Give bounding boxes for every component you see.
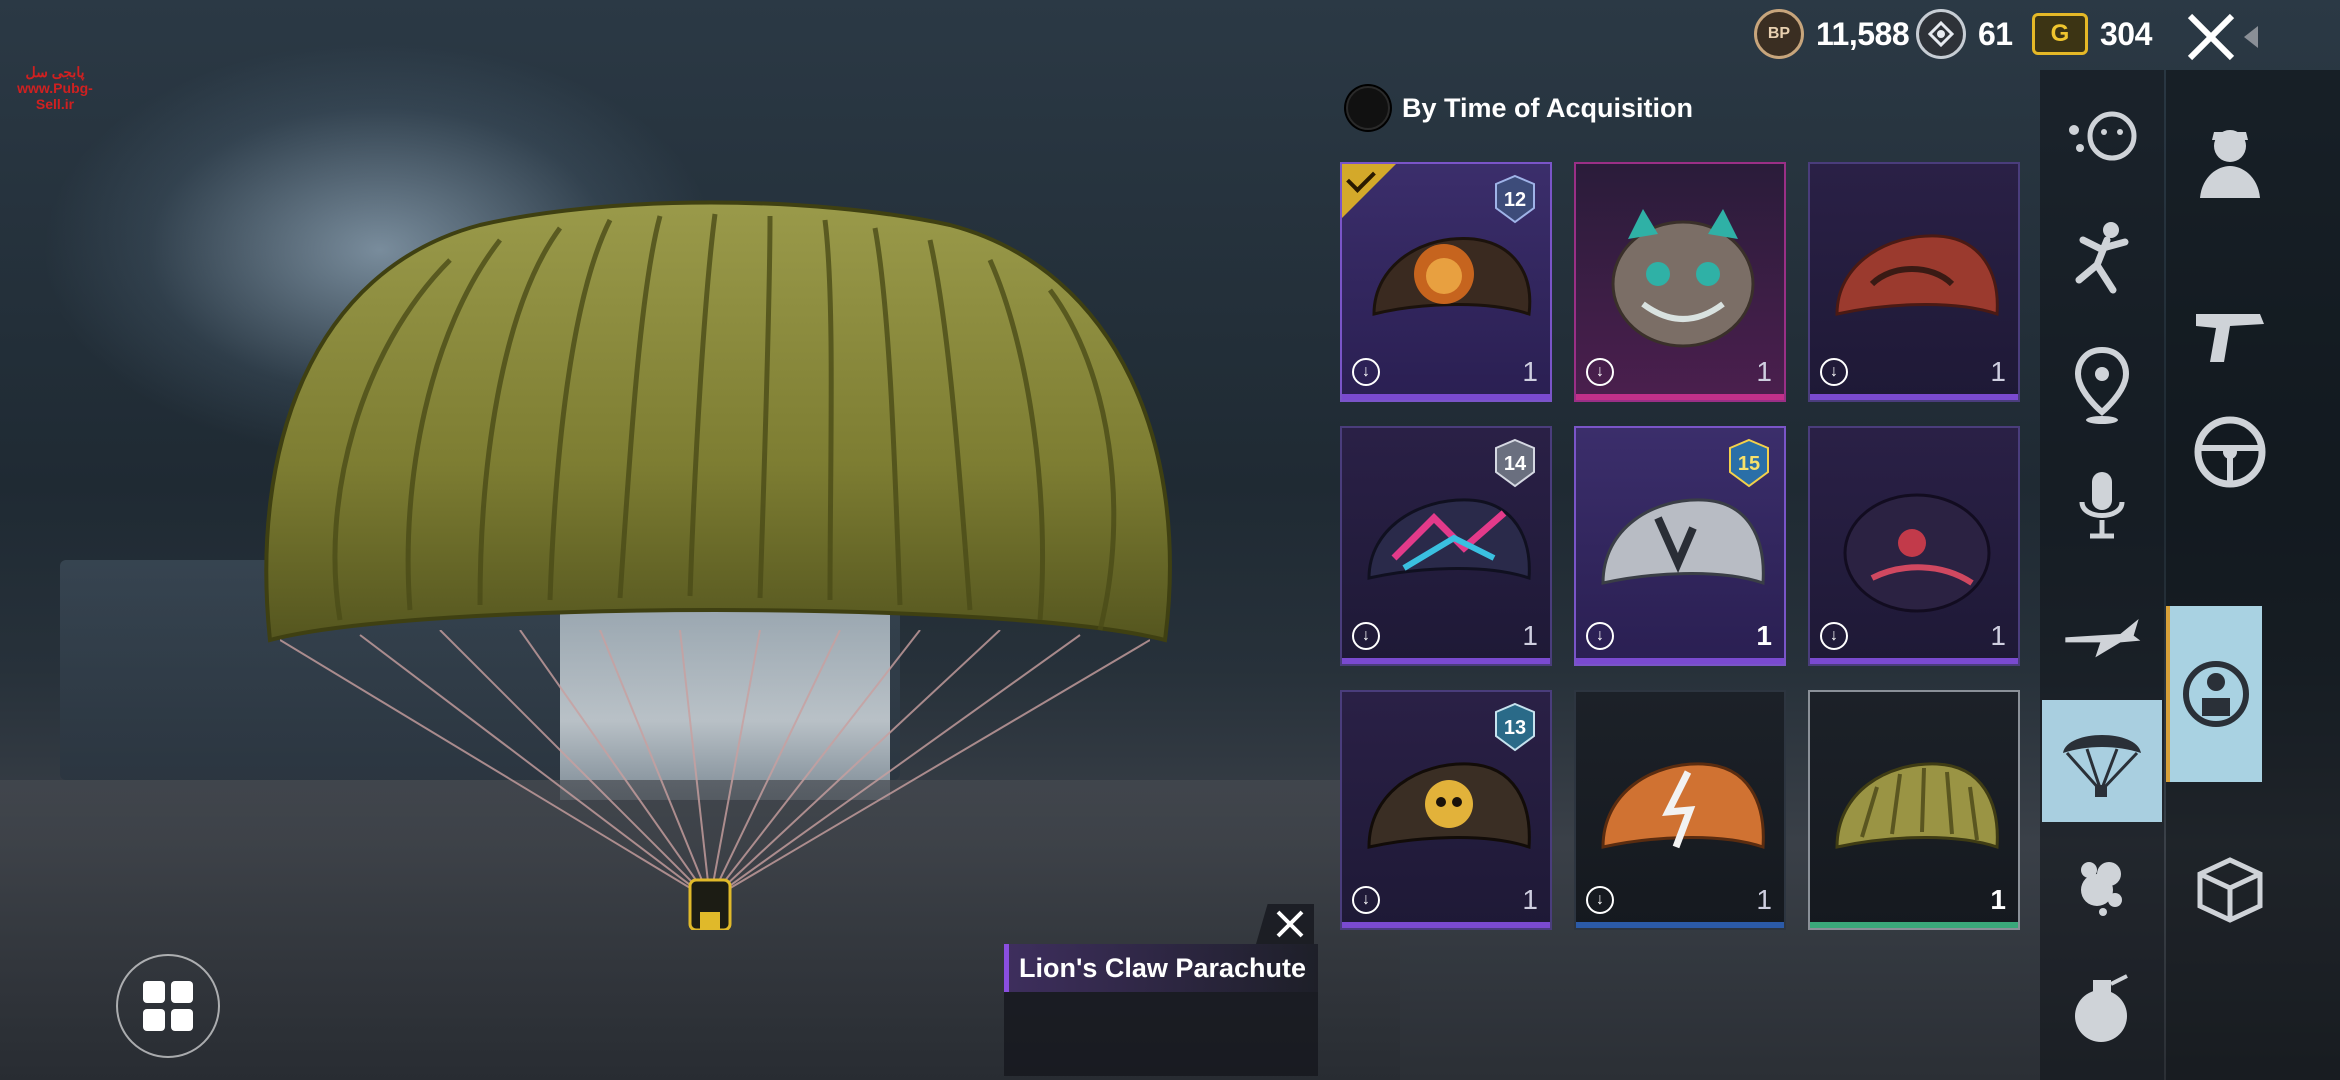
item-qty: 1 xyxy=(1990,356,2006,387)
close-button[interactable] xyxy=(2184,8,2258,68)
watermark: پابجی سل www.Pubg-Sell.ir xyxy=(0,64,110,112)
item-card-neon[interactable]: 14 ↓ 1 xyxy=(1340,426,1552,666)
olive-parachute-icon xyxy=(1835,762,1999,850)
sort-radio-icon[interactable] xyxy=(1346,86,1390,130)
rarity-bar xyxy=(1342,658,1550,664)
item-qty: 1 xyxy=(1522,884,1538,915)
item-qty: 1 xyxy=(1522,356,1538,387)
parachute-tab-icon[interactable] xyxy=(2042,700,2162,822)
purple-koi-parachute-icon xyxy=(1843,493,1991,613)
dance-icon[interactable] xyxy=(2062,220,2142,300)
microphone-icon[interactable] xyxy=(2062,468,2142,548)
rarity-bar xyxy=(1576,922,1784,928)
rarity-bar xyxy=(1810,658,2018,664)
item-name: Lion's Claw Parachute xyxy=(1004,944,1318,992)
uc-value: 304 xyxy=(2100,15,2152,52)
watermark-line1: پابجی سل xyxy=(25,64,85,80)
item-card-skull[interactable]: 13 ↓ 1 xyxy=(1340,690,1552,930)
item-qty: 1 xyxy=(1990,620,2006,651)
rarity-bar xyxy=(1342,922,1550,928)
subcategory-sidebar xyxy=(2040,70,2164,1080)
weapon-tab-icon[interactable] xyxy=(2180,282,2280,382)
item-card-silver[interactable]: 15 ↓ 1 xyxy=(1574,426,1786,666)
download-icon[interactable]: ↓ xyxy=(1820,622,1848,650)
sort-toggle[interactable]: By Time of Acquisition xyxy=(1346,86,1693,130)
red-camo-parachute-icon xyxy=(1835,234,1999,317)
view-grid-button[interactable] xyxy=(116,954,220,1058)
neon-parachute-icon xyxy=(1367,498,1531,581)
grenade-icon[interactable] xyxy=(2062,968,2142,1048)
bp-currency: BP 11,588 xyxy=(1754,9,1910,59)
silver-ag-icon xyxy=(1916,9,1966,59)
airplane-icon[interactable] xyxy=(2062,594,2142,674)
download-icon[interactable]: ↓ xyxy=(1352,622,1380,650)
parachute-preview[interactable] xyxy=(240,200,1190,930)
accessories-tab-icon[interactable] xyxy=(2166,606,2262,782)
orange-bolt-parachute-icon xyxy=(1601,762,1765,850)
item-qty: 1 xyxy=(1990,884,2006,915)
item-qty: 1 xyxy=(1522,620,1538,651)
inventory-grid: 12 ↓ 1 ↓ 1 ↓ 1 14 ↓ 1 15 ↓ 1 ↓ 1 13 ↓ 1 … xyxy=(1330,140,2040,940)
watermark-line2: www.Pubg-Sell.ir xyxy=(17,80,93,112)
download-icon[interactable]: ↓ xyxy=(1586,622,1614,650)
item-card-red[interactable]: ↓ 1 xyxy=(1808,162,2020,402)
download-icon[interactable]: ↓ xyxy=(1820,358,1848,386)
uc-currency: G 304 xyxy=(2032,12,2152,56)
item-name-panel: Lion's Claw Parachute xyxy=(1004,944,1318,1076)
rarity-bar xyxy=(1576,658,1784,664)
rarity-bar xyxy=(1576,394,1784,400)
item-qty: 1 xyxy=(1756,620,1772,651)
download-icon[interactable]: ↓ xyxy=(1352,358,1380,386)
skull-parachute-icon xyxy=(1367,762,1531,850)
download-icon[interactable]: ↓ xyxy=(1586,886,1614,914)
item-card-bolt[interactable]: ↓ 1 xyxy=(1574,690,1786,930)
close-icon xyxy=(2187,13,2258,61)
character-tab-icon[interactable] xyxy=(2180,110,2280,210)
download-icon[interactable]: ↓ xyxy=(1352,886,1380,914)
vehicle-tab-icon[interactable] xyxy=(2180,402,2280,502)
rarity-bar xyxy=(1342,394,1550,400)
item-card-olive[interactable]: 1 xyxy=(1808,690,2020,930)
silver-rocket-parachute-icon xyxy=(1601,498,1765,586)
emote-icon[interactable] xyxy=(2062,98,2142,178)
item-qty: 1 xyxy=(1756,356,1772,387)
sort-label: By Time of Acquisition xyxy=(1402,92,1694,123)
location-pin-icon[interactable] xyxy=(2062,346,2142,426)
rarity-bar xyxy=(1810,394,2018,400)
category-sidebar xyxy=(2166,70,2340,1080)
item-card-cat[interactable]: ↓ 1 xyxy=(1574,162,1786,402)
item-card-koi[interactable]: ↓ 1 xyxy=(1808,426,2020,666)
ag-value: 61 xyxy=(1978,15,2013,52)
parachute-lines xyxy=(280,630,1150,930)
grid-icon xyxy=(143,981,193,1031)
cat-bag-parachute-icon xyxy=(1611,209,1755,348)
item-qty: 1 xyxy=(1756,884,1772,915)
bp-value: 11,588 xyxy=(1816,15,1910,52)
parachute-canopy xyxy=(264,200,1172,643)
ag-currency: 61 xyxy=(1916,9,2013,59)
lion-parachute-icon xyxy=(1372,236,1532,317)
download-icon[interactable]: ↓ xyxy=(1586,358,1614,386)
smoke-icon[interactable] xyxy=(2062,840,2142,920)
crate-tab-icon[interactable] xyxy=(2180,838,2280,938)
item-card-lion[interactable]: 12 ↓ 1 xyxy=(1340,162,1552,402)
gold-g-icon: G xyxy=(2032,13,2088,55)
bp-coin-icon: BP xyxy=(1754,9,1804,59)
rarity-bar xyxy=(1810,922,2018,928)
